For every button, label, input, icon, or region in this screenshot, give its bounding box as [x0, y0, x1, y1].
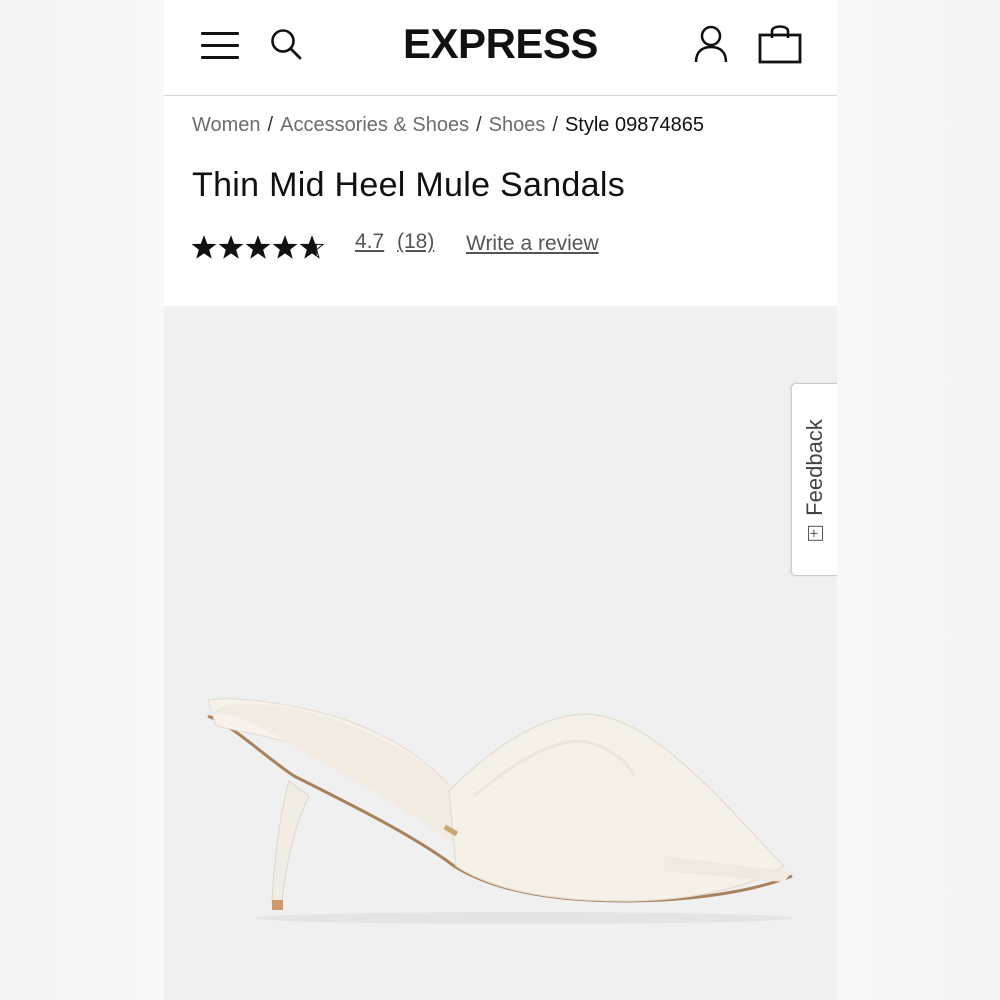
breadcrumb-accessories-shoes[interactable]: Accessories & Shoes — [280, 114, 469, 136]
breadcrumb-women[interactable]: Women — [192, 114, 261, 136]
feedback-label: Feedback — [802, 418, 827, 516]
feedback-tab[interactable]: + Feedback — [791, 383, 837, 576]
breadcrumb-separator: / — [552, 114, 558, 136]
brand-logo[interactable]: EXPRESS — [164, 20, 837, 68]
product-page: EXPRESS Women / Accessories & Shoes / Shoes /… — [164, 0, 837, 1000]
account-icon[interactable] — [693, 24, 729, 64]
write-review-link[interactable]: Write a review — [466, 232, 599, 256]
backdrop-right — [837, 0, 1000, 1000]
breadcrumb-shoes[interactable]: Shoes — [489, 114, 546, 136]
product-image-area[interactable] — [164, 306, 837, 1000]
backdrop-left — [0, 0, 164, 1000]
feedback-plus-icon: + — [806, 525, 823, 541]
product-title: Thin Mid Heel Mule Sandals — [192, 166, 625, 204]
breadcrumb-separator: / — [267, 114, 274, 136]
rating-value[interactable]: 4.7 — [355, 230, 384, 254]
breadcrumb: Women / Accessories & Shoes / Shoes / Style 09… — [192, 114, 704, 137]
site-header: EXPRESS — [164, 0, 837, 96]
breadcrumb-separator: / — [476, 114, 482, 136]
star-rating[interactable] — [192, 232, 332, 262]
shopping-bag-icon[interactable] — [757, 22, 803, 64]
breadcrumb-style-number: Style 09874865 — [564, 114, 704, 136]
review-count[interactable]: (18) — [397, 230, 434, 254]
product-image-mule-sandal[interactable] — [194, 696, 794, 926]
